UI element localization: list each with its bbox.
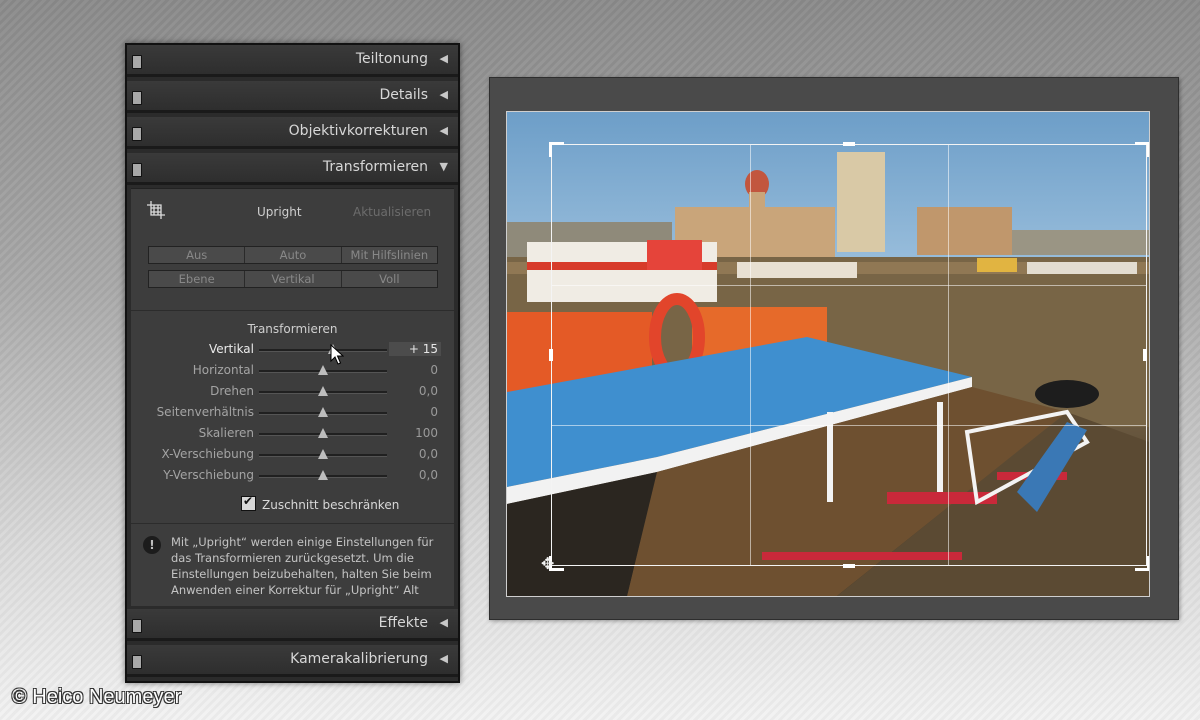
slider-label: Y-Verschiebung (163, 468, 254, 482)
checkbox-label: Zuschnitt beschränken (262, 498, 400, 512)
crop-corner-handle[interactable] (1135, 142, 1149, 157)
slider-thumb[interactable] (318, 386, 328, 396)
slider-thumb[interactable] (318, 365, 328, 375)
collapse-arrow-icon: ◀ (439, 52, 448, 65)
slider-track[interactable] (259, 365, 387, 375)
transform-section-body: Upright Aktualisieren Aus Auto Mit Hilfs… (131, 188, 454, 606)
slider-label: Vertikal (208, 342, 254, 356)
slider-value[interactable]: 0,0 (392, 447, 438, 461)
collapse-arrow-icon: ◀ (439, 124, 448, 137)
mode-button-voll[interactable]: Voll (341, 271, 437, 287)
section-toggle-switch[interactable] (132, 91, 142, 105)
divider (131, 523, 454, 524)
section-title: Teiltonung (355, 51, 428, 67)
constrain-crop-checkbox[interactable]: Zuschnitt beschränken (241, 494, 400, 512)
mouse-pointer-icon (330, 343, 345, 370)
section-header-teiltonung[interactable]: Teiltonung ◀ (127, 45, 458, 77)
section-toggle-switch[interactable] (132, 163, 142, 177)
slider-x-verschiebung[interactable]: X-Verschiebung 0,0 (131, 445, 454, 466)
slider-track[interactable] (259, 449, 387, 459)
section-toggle-switch[interactable] (132, 127, 142, 141)
upright-mode-row-1: Aus Auto Mit Hilfslinien (148, 246, 438, 264)
mode-button-ebene[interactable]: Ebene (149, 271, 246, 287)
section-toggle-switch[interactable] (132, 55, 142, 69)
info-message: Mit „Upright“ werden einige Einstellunge… (171, 535, 434, 597)
crop-edge-handle[interactable] (549, 349, 553, 361)
divider (131, 310, 454, 311)
slider-thumb[interactable] (318, 470, 328, 480)
checkbox-checked-icon[interactable] (241, 494, 256, 511)
collapse-arrow-icon: ◀ (439, 652, 448, 665)
section-header-objektivkorrekturen[interactable]: Objektivkorrekturen ◀ (127, 117, 458, 149)
mode-button-aus[interactable]: Aus (149, 247, 246, 263)
section-header-effekte[interactable]: Effekte ◀ (127, 609, 458, 641)
slider-vertikal[interactable]: Vertikal + 15 (131, 340, 454, 361)
crop-corner-handle[interactable] (549, 142, 564, 157)
slider-label: Horizontal (192, 363, 254, 377)
slider-value[interactable]: 0 (392, 405, 438, 419)
crop-grid-icon[interactable] (145, 199, 167, 221)
section-title: Kamerakalibrierung (290, 651, 428, 667)
slider-value[interactable]: 0 (392, 363, 438, 377)
slider-thumb[interactable] (318, 428, 328, 438)
slider-value[interactable]: 0,0 (392, 468, 438, 482)
mode-button-mit-hilfslinien[interactable]: Mit Hilfslinien (341, 247, 437, 263)
slider-value[interactable]: 0,0 (392, 384, 438, 398)
collapse-arrow-icon: ◀ (439, 88, 448, 101)
slider-label: Skalieren (198, 426, 254, 440)
slider-label: X-Verschiebung (161, 447, 254, 461)
upright-label: Upright (257, 205, 302, 219)
section-header-transformieren[interactable]: Transformieren ▼ (127, 153, 458, 185)
slider-drehen[interactable]: Drehen 0,0 (131, 382, 454, 403)
crop-edge-handle[interactable] (1143, 349, 1147, 361)
mode-button-vertikal[interactable]: Vertikal (245, 271, 342, 287)
crop-edge-handle[interactable] (843, 142, 855, 146)
section-header-details[interactable]: Details ◀ (127, 81, 458, 113)
section-header-kamerakalibrierung[interactable]: Kamerakalibrierung ◀ (127, 645, 458, 677)
image-preview-area: ✥ (489, 77, 1179, 620)
slider-label: Drehen (210, 384, 254, 398)
section-title: Transformieren (322, 159, 428, 175)
slider-track[interactable] (259, 407, 387, 417)
section-title: Details (379, 87, 428, 103)
expand-arrow-icon: ▼ (439, 160, 448, 173)
section-title: Effekte (378, 615, 428, 631)
slider-horizontal[interactable]: Horizontal 0 (131, 361, 454, 382)
rotate-crop-icon[interactable]: ✥ (541, 554, 554, 573)
collapse-arrow-icon: ◀ (439, 616, 448, 629)
photo-harbor-mumbai: ✥ (506, 111, 1150, 597)
transform-subtitle: Transformieren (247, 322, 338, 336)
develop-panel: Teiltonung ◀ Details ◀ Objektivkorrektur… (125, 43, 460, 683)
slider-value[interactable]: + 15 (389, 342, 441, 356)
slider-skalieren[interactable]: Skalieren 100 (131, 424, 454, 445)
slider-track[interactable] (259, 428, 387, 438)
slider-thumb[interactable] (318, 407, 328, 417)
slider-value[interactable]: 100 (392, 426, 438, 440)
slider-seitenverhaeltnis[interactable]: Seitenverhältnis 0 (131, 403, 454, 424)
crop-corner-handle[interactable] (1135, 556, 1149, 571)
slider-track[interactable] (259, 386, 387, 396)
slider-y-verschiebung[interactable]: Y-Verschiebung 0,0 (131, 466, 454, 487)
section-toggle-switch[interactable] (132, 619, 142, 633)
section-title: Objektivkorrekturen (288, 123, 428, 139)
slider-track[interactable] (259, 470, 387, 480)
exclamation-icon: ! (143, 536, 161, 554)
copyright-credit: © Heico Neumeyer (12, 686, 182, 708)
section-toggle-switch[interactable] (132, 655, 142, 669)
mode-button-auto[interactable]: Auto (245, 247, 342, 263)
upright-mode-row-2: Ebene Vertikal Voll (148, 270, 438, 288)
slider-track[interactable] (259, 344, 387, 354)
slider-thumb[interactable] (318, 449, 328, 459)
slider-label: Seitenverhältnis (156, 405, 254, 419)
update-button[interactable]: Aktualisieren (353, 205, 431, 219)
crop-edge-handle[interactable] (843, 564, 855, 568)
